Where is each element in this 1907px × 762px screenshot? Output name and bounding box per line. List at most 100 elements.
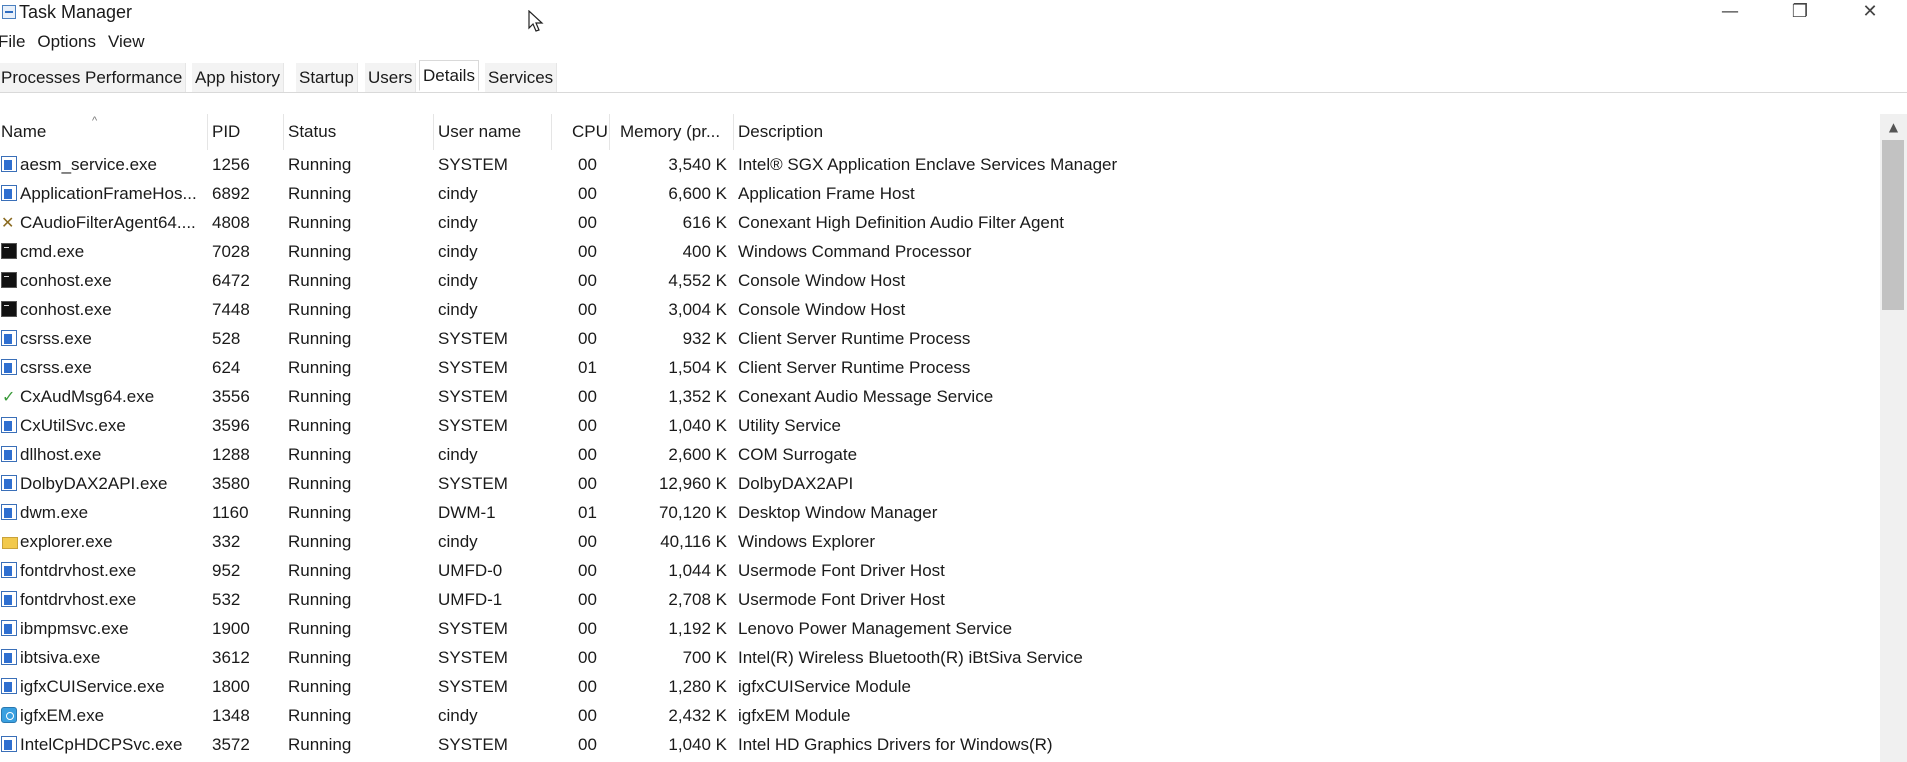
process-console-icon — [1, 272, 17, 288]
process-memory: 40,116 K — [660, 532, 727, 551]
menu-file[interactable]: File — [0, 30, 33, 54]
table-row[interactable]: CxAudMsg64.exe 3556 Running SYSTEM 00 1,352 K… — [0, 382, 1880, 411]
process-name: igfxCUIService.exe — [20, 677, 165, 696]
table-row[interactable]: ibmpmsvc.exe 1900 Running SYSTEM 00 1,192 K Le… — [0, 614, 1880, 643]
process-cpu: 00 — [578, 387, 597, 406]
close-button[interactable]: ✕ — [1840, 0, 1900, 22]
tab-app-history[interactable]: App history — [192, 63, 285, 92]
tab-startup[interactable]: Startup — [296, 63, 358, 92]
table-row[interactable]: fontdrvhost.exe 952 Running UMFD-0 00 1,044 K… — [0, 556, 1880, 585]
restore-button[interactable]: ❐ — [1770, 0, 1830, 22]
menu-options[interactable]: Options — [37, 30, 104, 54]
process-user-name: SYSTEM — [438, 329, 508, 348]
process-app-icon — [1, 591, 17, 607]
window-title: Task Manager — [19, 2, 133, 22]
column-header-pid[interactable]: PID — [208, 114, 284, 150]
process-memory: 3,540 K — [668, 155, 727, 174]
process-cpu: 00 — [578, 532, 597, 551]
tab-performance[interactable]: Performance — [82, 63, 187, 92]
table-row[interactable]: CxUtilSvc.exe 3596 Running SYSTEM 00 1,040 K U… — [0, 411, 1880, 440]
process-description: Conexant High Definition Audio Filter Ag… — [738, 213, 1065, 232]
vertical-scrollbar[interactable]: ▲ — [1880, 114, 1907, 762]
process-pid: 332 — [212, 532, 241, 551]
scroll-up-arrow-icon[interactable]: ▲ — [1880, 117, 1907, 137]
process-memory: 400 K — [682, 242, 727, 261]
table-row[interactable]: conhost.exe 6472 Running cindy 00 4,552 K Cons… — [0, 266, 1880, 295]
title-bar: Task Manager — ❐ ✕ — [0, 0, 1907, 26]
process-memory: 700 K — [682, 648, 727, 667]
process-memory: 1,040 K — [668, 416, 727, 435]
process-description: Client Server Runtime Process — [738, 329, 971, 348]
tab-processes[interactable]: Processes — [0, 63, 85, 92]
process-status: Running — [288, 619, 352, 638]
column-header-status[interactable]: Status — [284, 114, 434, 150]
table-row[interactable]: explorer.exe 332 Running cindy 00 40,116 K Win… — [0, 527, 1880, 556]
column-header-description[interactable]: Description — [734, 114, 1880, 150]
table-row[interactable]: igfxCUIService.exe 1800 Running SYSTEM 00 1,2… — [0, 672, 1880, 701]
process-status: Running — [288, 648, 352, 667]
process-user-name: DWM-1 — [438, 503, 496, 522]
process-user-name: SYSTEM — [438, 387, 508, 406]
tab-users[interactable]: Users — [365, 63, 417, 92]
process-globe-icon — [1, 707, 17, 723]
table-row[interactable]: ibtsiva.exe 3612 Running SYSTEM 00 700 K Intel… — [0, 643, 1880, 672]
table-row[interactable]: conhost.exe 7448 Running cindy 00 3,004 K Cons… — [0, 295, 1880, 324]
process-description: Console Window Host — [738, 271, 906, 290]
table-row[interactable]: ApplicationFrameHos... 6892 Running cindy 00… — [0, 179, 1880, 208]
process-description: Desktop Window Manager — [738, 503, 938, 522]
minimize-button[interactable]: — — [1700, 0, 1760, 22]
process-pid: 952 — [212, 561, 241, 580]
process-pid: 1160 — [212, 503, 249, 522]
tab-details[interactable]: Details — [419, 60, 479, 91]
column-header-user-name[interactable]: User name — [434, 114, 552, 150]
process-app-icon — [1, 562, 17, 578]
table-row[interactable]: CAudioFilterAgent64.... 4808 Running cindy 0… — [0, 208, 1880, 237]
table-row[interactable]: dwm.exe 1160 Running DWM-1 01 70,120 K Desktop… — [0, 498, 1880, 527]
table-row[interactable]: igfxEM.exe 1348 Running cindy 00 2,432 K igfxE… — [0, 701, 1880, 730]
process-name: igfxEM.exe — [20, 706, 105, 725]
process-description: igfxCUIService Module — [738, 677, 911, 696]
process-cpu: 00 — [578, 416, 597, 435]
table-row[interactable]: dllhost.exe 1288 Running cindy 00 2,600 K COM … — [0, 440, 1880, 469]
process-name: fontdrvhost.exe — [20, 590, 137, 609]
process-name: csrss.exe — [20, 329, 92, 348]
menu-view[interactable]: View — [108, 30, 153, 54]
column-header-cpu[interactable]: CPU — [552, 114, 610, 150]
tab-services[interactable]: Services — [485, 63, 558, 92]
minimize-icon: — — [1721, 0, 1739, 22]
table-row[interactable]: cmd.exe 7028 Running cindy 00 400 K Windows Co… — [0, 237, 1880, 266]
table-row[interactable]: fontdrvhost.exe 532 Running UMFD-1 00 2,708 K… — [0, 585, 1880, 614]
process-cpu: 00 — [578, 648, 597, 667]
table-row[interactable]: csrss.exe 528 Running SYSTEM 00 932 K Client S… — [0, 324, 1880, 353]
process-app-icon — [1, 736, 17, 752]
process-status: Running — [288, 387, 352, 406]
process-cpu: 01 — [578, 358, 597, 377]
process-description: Intel HD Graphics Drivers for Windows(R) — [738, 735, 1053, 754]
process-name: aesm_service.exe — [20, 155, 158, 174]
process-name: CxAudMsg64.exe — [20, 387, 155, 406]
column-header-name[interactable]: Name — [0, 114, 208, 150]
scroll-thumb[interactable] — [1882, 140, 1904, 310]
process-description: Lenovo Power Management Service — [738, 619, 1013, 638]
process-app-icon — [1, 359, 17, 375]
process-app-icon — [1, 156, 17, 172]
process-description: DolbyDAX2API — [738, 474, 854, 493]
column-header-memory[interactable]: Memory (pr... — [610, 114, 734, 150]
process-status: Running — [288, 503, 352, 522]
mouse-cursor-icon — [528, 10, 544, 32]
table-row[interactable]: aesm_service.exe 1256 Running SYSTEM 00 3,540… — [0, 150, 1880, 179]
table-row[interactable]: csrss.exe 624 Running SYSTEM 01 1,504 K Client… — [0, 353, 1880, 382]
close-icon: ✕ — [1862, 0, 1878, 22]
table-header: ^ Name PID Status User name CPU Memory (… — [0, 114, 1880, 150]
process-console-icon — [1, 243, 17, 259]
process-status: Running — [288, 532, 352, 551]
process-user-name: cindy — [438, 445, 478, 464]
process-pid: 3596 — [212, 416, 250, 435]
process-description: Windows Explorer — [738, 532, 875, 551]
process-description: Console Window Host — [738, 300, 906, 319]
process-pid: 7028 — [212, 242, 250, 261]
table-row[interactable]: IntelCpHDCPSvc.exe 3572 Running SYSTEM 00 1,0… — [0, 730, 1880, 759]
process-description: igfxEM Module — [738, 706, 851, 725]
table-row[interactable]: DolbyDAX2API.exe 3580 Running SYSTEM 00 12,96… — [0, 469, 1880, 498]
process-memory: 70,120 K — [658, 503, 727, 522]
